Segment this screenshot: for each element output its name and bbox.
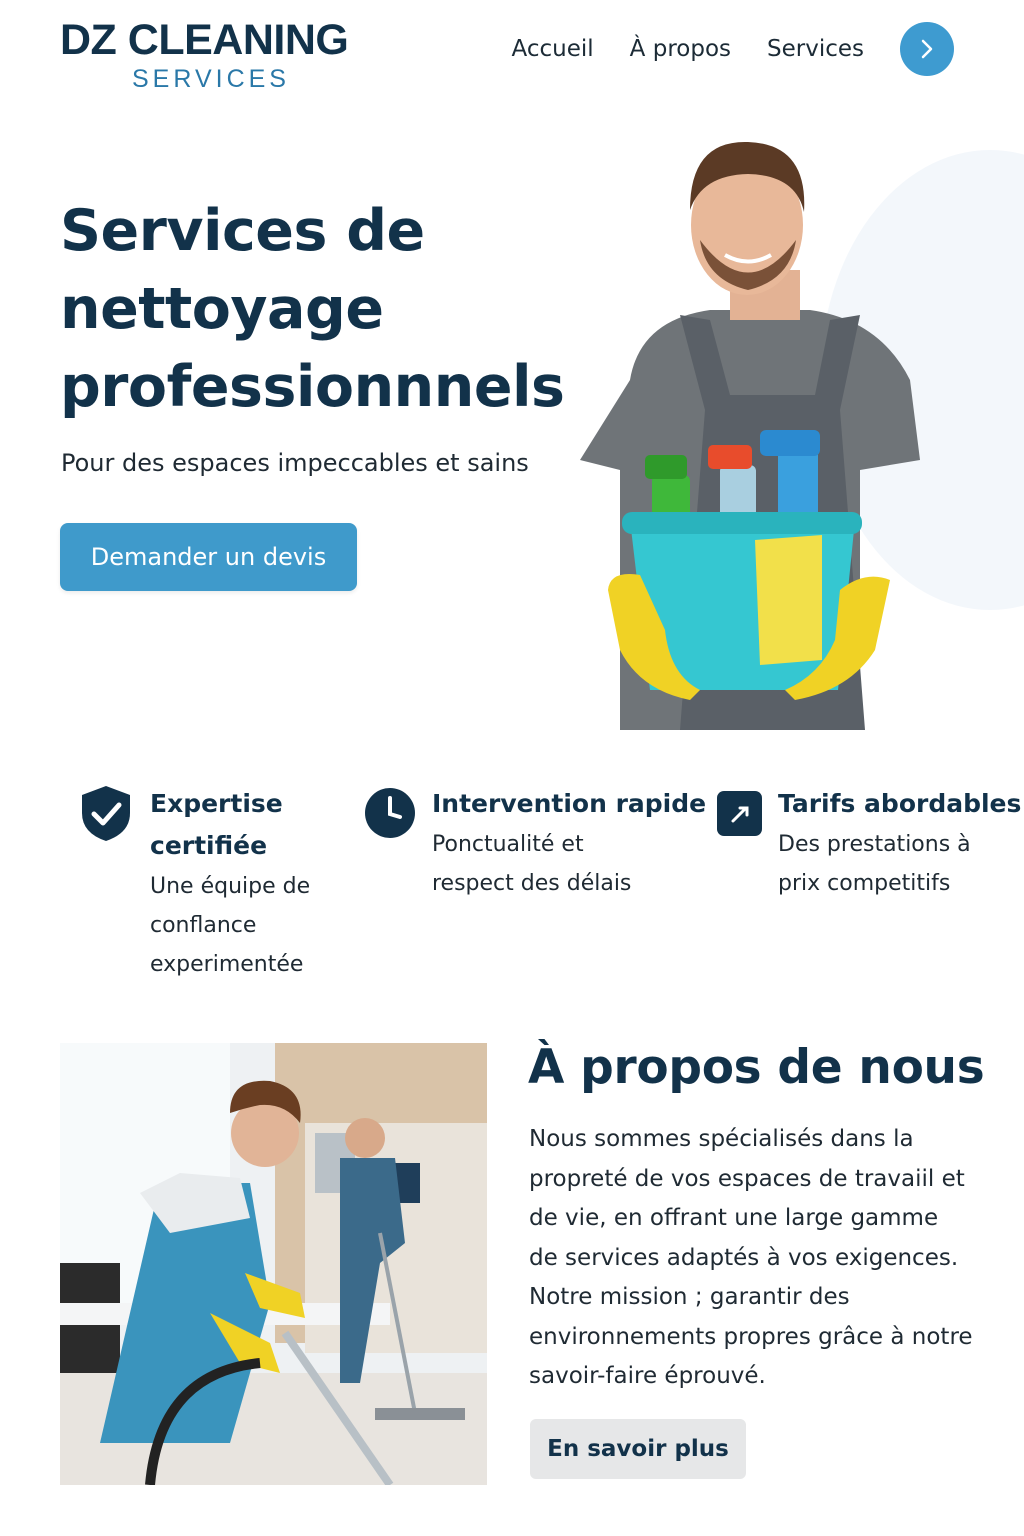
about-text-line: de services adaptés à vos exigences. (529, 1244, 959, 1271)
hero-title-line: professionnnels (60, 354, 565, 420)
nav-link-services[interactable]: Services (767, 25, 864, 73)
nav-link-a-propos[interactable]: À propos (630, 25, 731, 73)
hero-subtitle: Pour des espaces impeccables et sains (61, 449, 529, 477)
feature-description: prix competitifs (778, 871, 951, 896)
feature-description: respect des délais (432, 871, 632, 896)
feature-title: certifiée (150, 831, 268, 860)
hero-title-line: Services de (60, 198, 425, 264)
feature-intervention: Intervention rapide Ponctualité et respe… (364, 783, 706, 903)
brand-tagline: SERVICES (132, 65, 290, 93)
feature-description: Une équipe de (150, 874, 311, 899)
feature-description: conflance (150, 913, 257, 938)
chevron-right-icon (921, 39, 933, 59)
about-text-line: Notre mission ; garantir des (529, 1284, 850, 1310)
nav-next-button[interactable] (900, 22, 954, 76)
brand-name: DZ CLEANING (60, 16, 349, 64)
hero-cleaner-image (580, 141, 1024, 730)
feature-description: Ponctualité et (432, 832, 584, 857)
about-text: Nous sommes spécialisés dans la propreté… (529, 1120, 999, 1397)
feature-description: experimentée (150, 952, 304, 977)
about-title: À propos de nous (528, 1040, 985, 1095)
about-text-line: Nous sommes spécialisés dans la (529, 1126, 914, 1152)
price-tag-icon (717, 791, 762, 836)
learn-more-button[interactable]: En savoir plus (530, 1419, 746, 1479)
shield-check-icon (82, 786, 130, 841)
hero-title: Services de nettoyage professionnnels (60, 192, 565, 426)
feature-title: Expertise (150, 789, 283, 818)
feature-title: Intervention rapide (432, 789, 707, 818)
feature-expertise: Expertise certifiée Une équipe de confla… (80, 783, 310, 984)
quote-request-button[interactable]: Demander un devis (60, 523, 357, 591)
main-nav: Accueil À propos Services (512, 22, 954, 76)
about-text-line: de vie, en offrant une large gamme (529, 1205, 939, 1231)
hero-title-line: nettoyage (60, 276, 384, 342)
nav-link-accueil[interactable]: Accueil (512, 25, 594, 73)
about-text-line: environnements propres grâce à notre (529, 1323, 973, 1350)
feature-description: Des prestations à (778, 832, 971, 857)
feature-title: Tarifs abordables (778, 789, 1022, 818)
about-text-line: savoir-faire éprouvé. (529, 1363, 766, 1389)
about-text-line: propreté de vos espaces de travaiil et (529, 1165, 965, 1192)
feature-tarifs: Tarifs abordables Des prestations à prix… (716, 783, 1021, 903)
brand-logo[interactable]: DZ CLEANING SERVICES (60, 16, 349, 94)
office-cleaning-image (60, 1043, 487, 1485)
clock-icon (365, 788, 415, 838)
